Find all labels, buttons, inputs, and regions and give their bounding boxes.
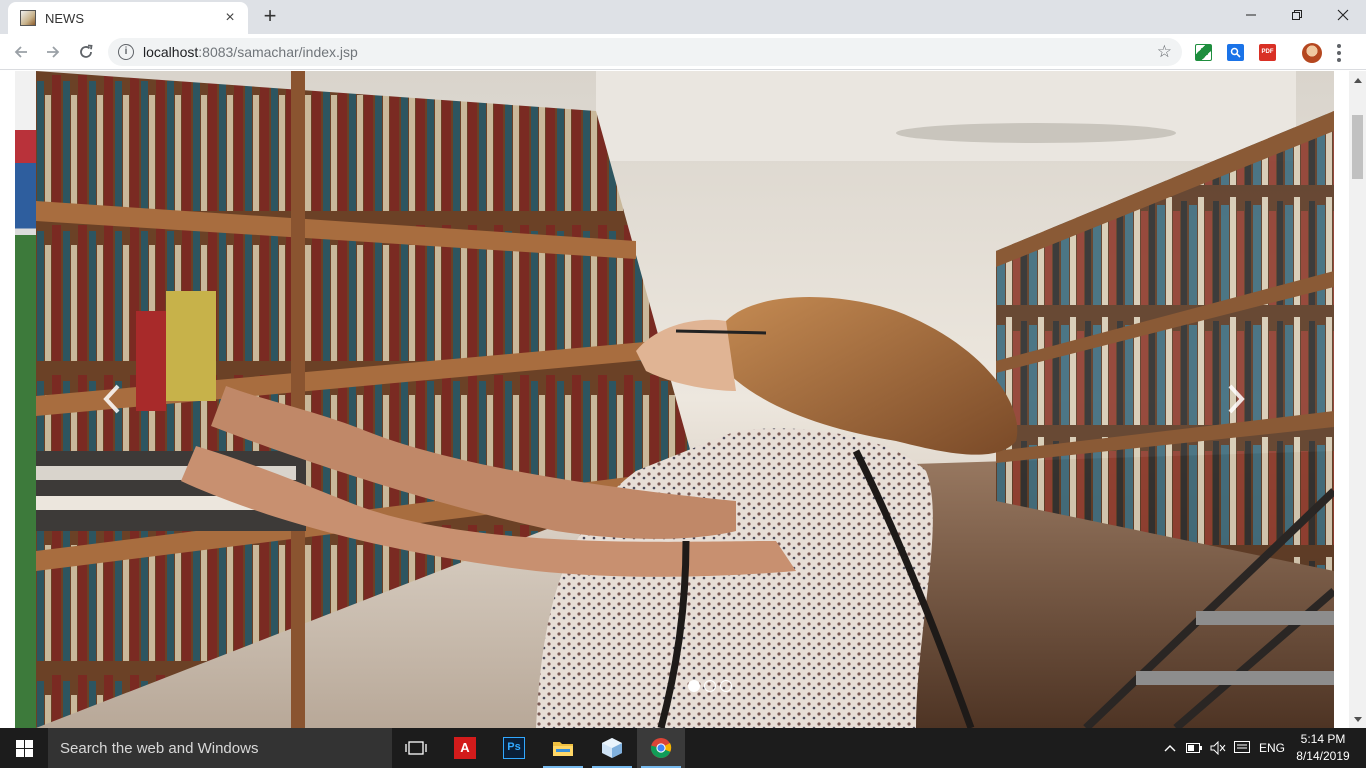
sidebar-image-strip [15,71,36,728]
battery-button[interactable] [1184,728,1204,768]
photoshop-button[interactable]: Ps [490,728,538,768]
windows-taskbar: Search the web and Windows A Ps ENG 5:14… [0,728,1366,768]
3d-box-app-button[interactable] [588,728,636,768]
chrome-menu-button[interactable] [1336,44,1342,62]
3d-box-app-icon [602,738,622,758]
sheet-extension-icon[interactable] [1195,44,1212,61]
taskbar-search-box[interactable]: Search the web and Windows [48,728,392,768]
start-button[interactable] [0,728,48,768]
close-icon [1337,9,1349,21]
address-bar[interactable]: i localhost:8083/samachar/index.jsp ☆ [108,38,1182,66]
carousel-indicator-1[interactable] [688,680,700,692]
input-language-button[interactable]: ENG [1256,728,1288,768]
chevron-up-icon [1164,745,1176,752]
scroll-up-icon [1353,77,1362,83]
carousel-indicators [688,680,732,692]
restore-button[interactable] [1274,0,1320,30]
file-explorer-icon [553,742,573,756]
file-explorer-button[interactable] [539,728,587,768]
forward-button[interactable] [41,40,65,64]
carousel-indicator-3[interactable] [720,680,732,692]
site-info-icon[interactable]: i [118,44,134,60]
battery-icon [1186,743,1202,753]
show-hidden-icons-button[interactable] [1160,728,1180,768]
tab-close-button[interactable]: × [222,10,238,26]
task-view-button[interactable] [392,728,440,768]
url-path: :8083/samachar/index.jsp [198,44,358,60]
tab-news[interactable]: NEWS × [8,2,248,34]
chevron-left-icon [103,384,120,414]
carousel-prev-button[interactable] [92,379,132,419]
windows-logo-icon [15,739,33,757]
browser-toolbar: i localhost:8083/samachar/index.jsp ☆ PD… [0,34,1366,70]
reload-button[interactable] [74,40,98,64]
acrobat-icon: A [454,737,476,759]
minimize-button[interactable] [1228,0,1274,30]
tab-strip: NEWS × + [0,0,1366,34]
pdf-extension-icon[interactable]: PDF [1259,44,1276,61]
action-center-icon [1234,741,1250,753]
page-viewport [0,71,1366,728]
forward-arrow-icon [47,46,60,58]
restore-icon [1292,10,1302,20]
acrobat-button[interactable]: A [441,728,489,768]
image-carousel[interactable] [36,71,1334,728]
input-language-label: ENG [1258,741,1285,755]
minimize-icon [1246,14,1256,16]
page-favicon-icon [20,10,36,26]
volume-button[interactable] [1208,728,1228,768]
taskbar-search-placeholder: Search the web and Windows [60,739,259,757]
new-tab-button[interactable]: + [258,5,282,29]
chrome-icon [650,738,672,758]
carousel-indicator-2[interactable] [704,680,716,692]
taskbar-clock[interactable]: 5:14 PM 8/14/2019 [1290,731,1356,765]
back-arrow-icon [14,46,27,58]
carousel-slide-image [36,71,1334,728]
reload-icon [80,44,93,58]
clock-time: 5:14 PM [1300,732,1346,746]
scroll-down-icon [1353,716,1362,722]
search-extension-icon[interactable] [1227,44,1244,61]
scroll-up-button[interactable] [1349,71,1366,88]
clock-date: 8/14/2019 [1296,749,1350,763]
scroll-down-button[interactable] [1349,711,1366,728]
photoshop-icon: Ps [503,737,525,759]
back-button[interactable] [9,40,33,64]
carousel-next-button[interactable] [1216,379,1256,419]
bookmark-star-icon[interactable]: ☆ [1157,43,1172,60]
chrome-button[interactable] [637,728,685,768]
action-center-button[interactable] [1232,728,1252,768]
tab-title: NEWS [45,10,84,26]
profile-avatar[interactable] [1302,43,1322,63]
close-window-button[interactable] [1320,0,1366,30]
url-host: localhost [143,44,199,60]
task-view-icon [405,741,427,755]
chevron-right-icon [1228,384,1245,414]
scrollbar-thumb[interactable] [1352,115,1363,179]
volume-muted-icon [1210,741,1226,755]
page-scrollbar[interactable] [1349,71,1366,728]
